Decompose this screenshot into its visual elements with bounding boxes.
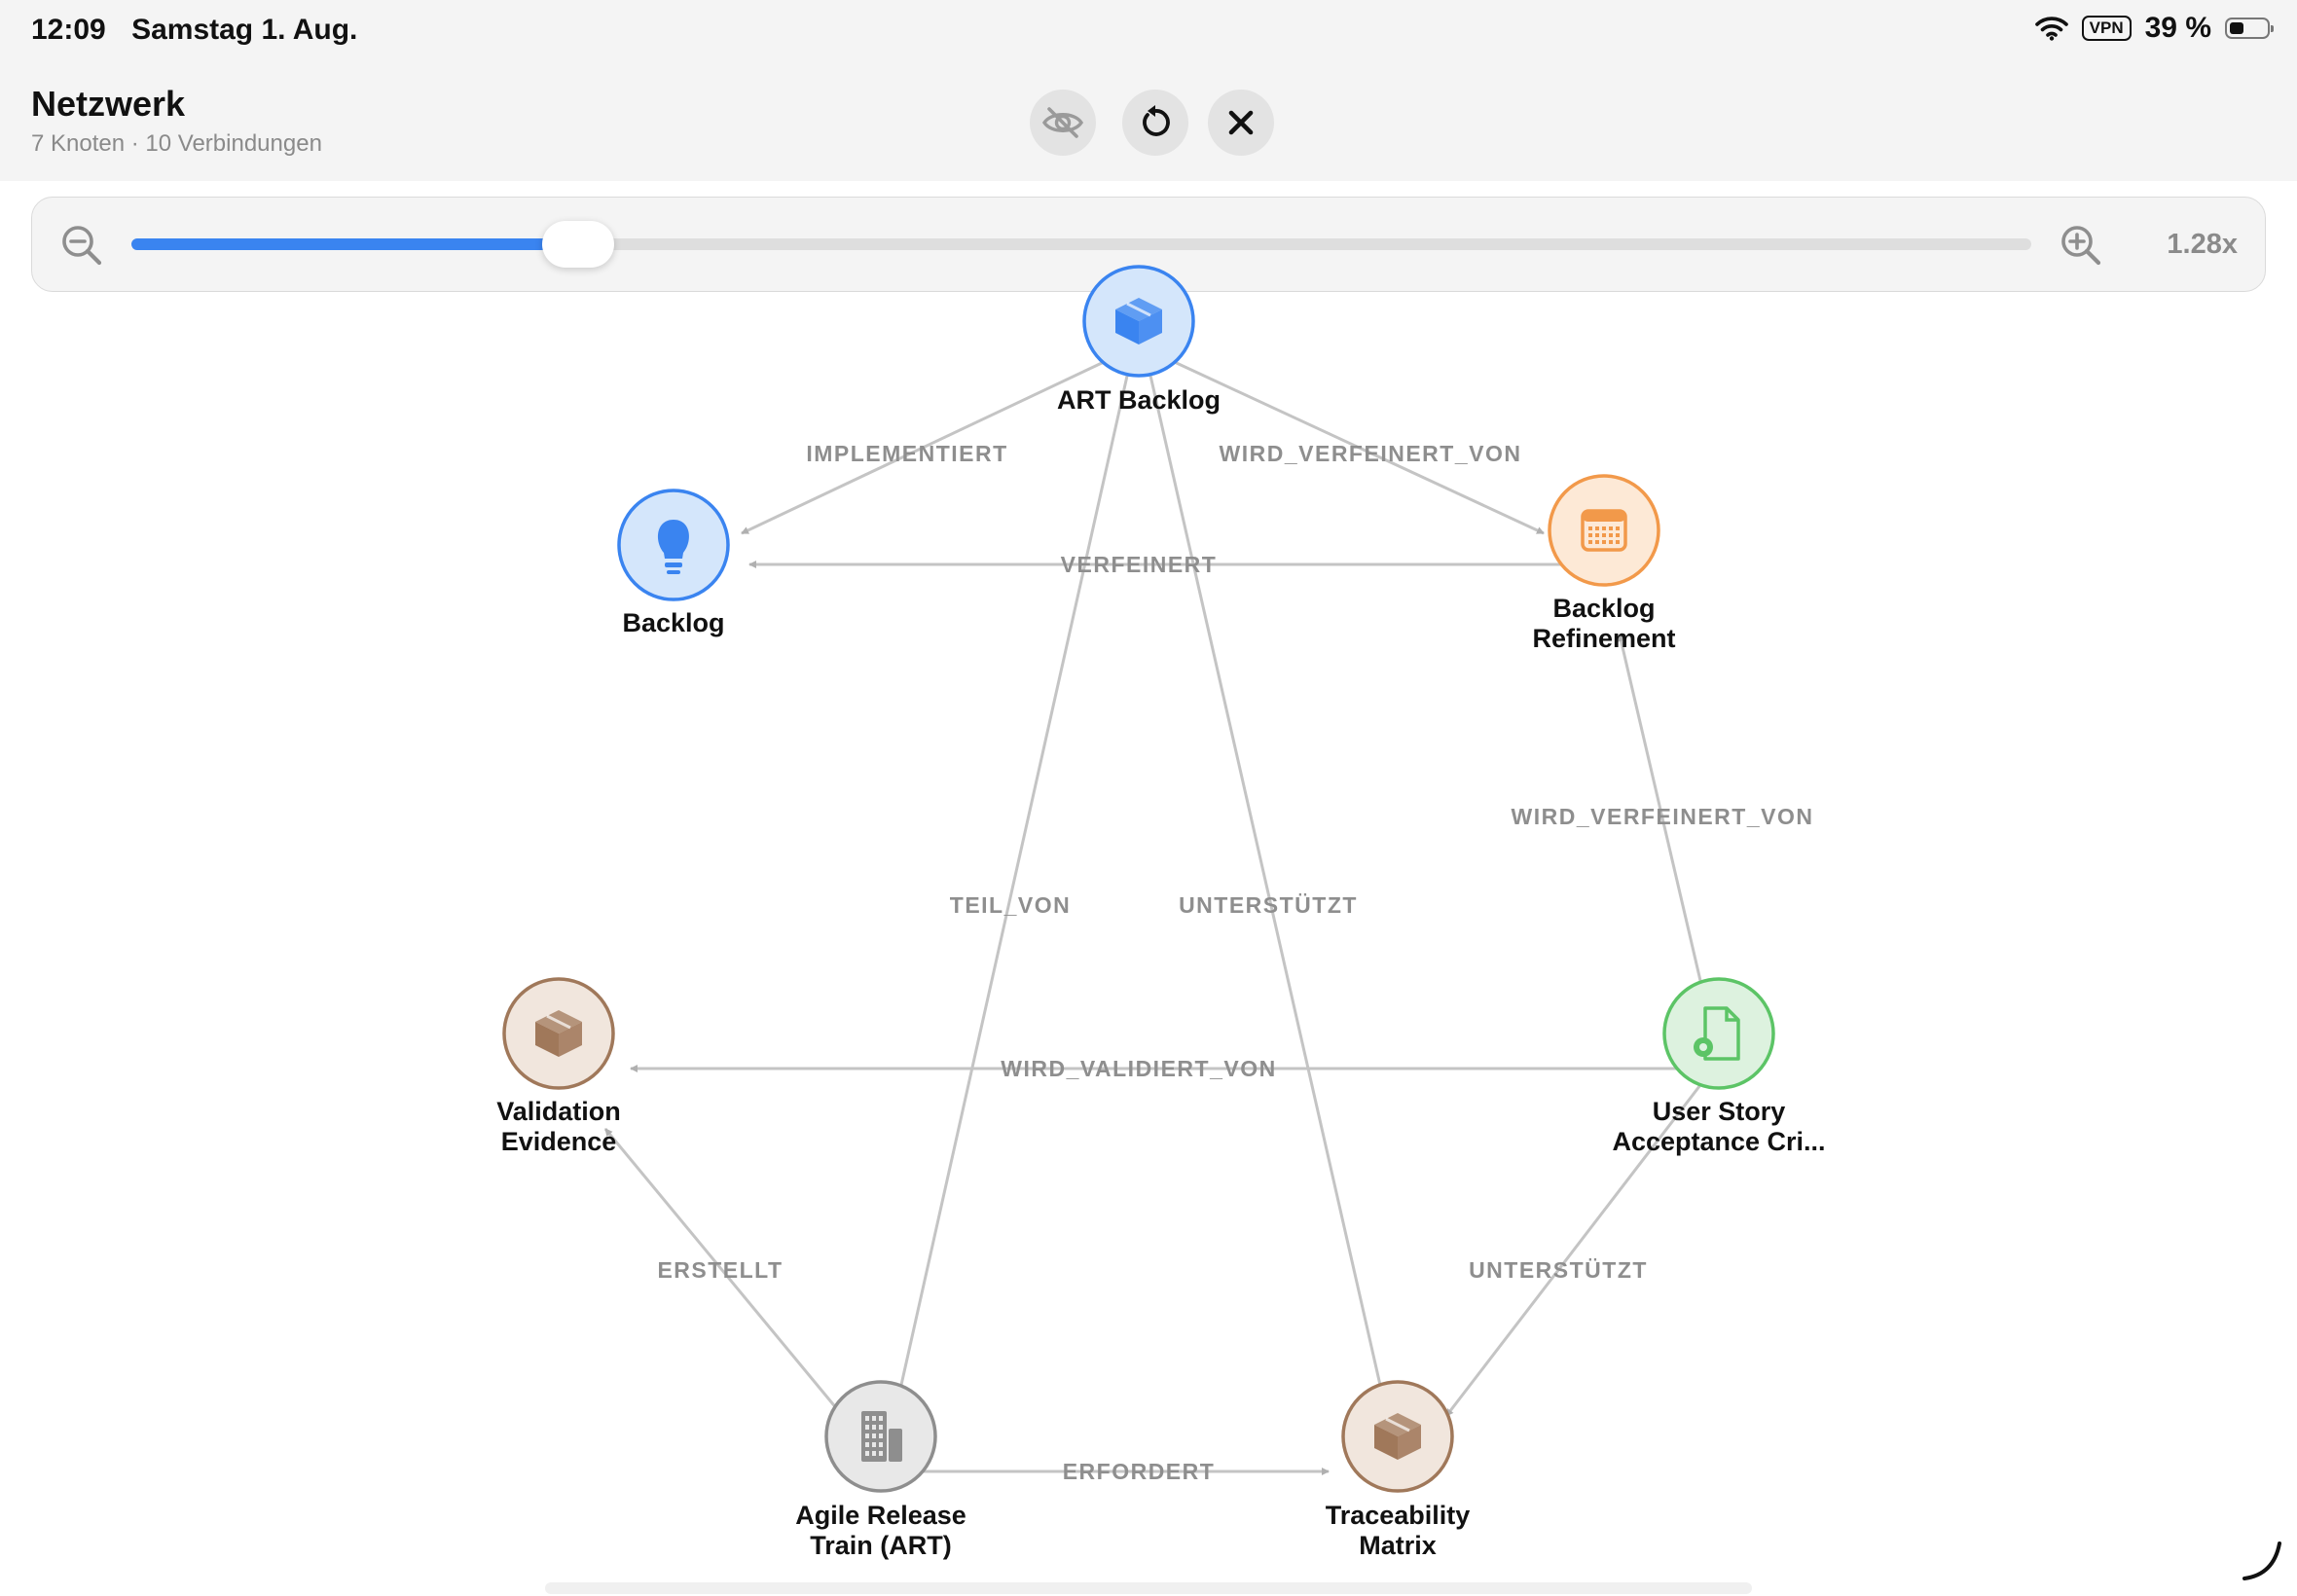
node-label: Train (ART) <box>810 1531 952 1560</box>
node-label: Agile Release <box>795 1501 966 1530</box>
node-label: Backlog <box>1552 594 1655 623</box>
edge-label: WIRD_VERFEINERT_VON <box>1220 441 1522 466</box>
edge-label: WIRD_VERFEINERT_VON <box>1512 804 1814 829</box>
node-label: Traceability <box>1326 1501 1471 1530</box>
node-validation-evidence[interactable]: ValidationEvidence <box>496 977 621 1156</box>
node-traceability[interactable]: TraceabilityMatrix <box>1326 1380 1471 1560</box>
edge-label: UNTERSTÜTZT <box>1469 1257 1648 1283</box>
node-label: Matrix <box>1359 1531 1437 1560</box>
edge-art_backlog-traceability[interactable] <box>1142 345 1385 1395</box>
node-label: Refinement <box>1532 624 1675 653</box>
edge-label: ERFORDERT <box>1063 1459 1216 1484</box>
node-label: User Story <box>1653 1097 1786 1126</box>
home-indicator-shadow <box>545 1582 1752 1594</box>
node-label: Evidence <box>501 1127 617 1156</box>
edge-label: VERFEINERT <box>1061 552 1218 577</box>
edge-label: UNTERSTÜTZT <box>1179 892 1358 918</box>
network-graph[interactable]: IMPLEMENTIERT WIRD_VERFEINERT_VON VERFEINE… <box>0 0 2297 1596</box>
node-label: Validation <box>496 1097 621 1126</box>
edge-art_backlog-art[interactable] <box>896 345 1136 1395</box>
corner-resize-handle-icon[interactable] <box>2239 1536 2287 1584</box>
nodes-layer: ART BacklogBacklog BacklogRefinementValid… <box>496 265 1826 1560</box>
node-art-backlog[interactable]: ART Backlog <box>1057 265 1221 415</box>
node-circle[interactable] <box>1662 977 1775 1090</box>
calendar-icon <box>1581 509 1627 552</box>
edge-art_backlog-backlog_refinement[interactable] <box>1138 344 1545 535</box>
edge-label: IMPLEMENTIERT <box>806 441 1007 466</box>
edge-label: ERSTELLT <box>657 1257 783 1283</box>
node-label: Backlog <box>622 608 724 637</box>
edge-label: WIRD_VALIDIERT_VON <box>1001 1056 1276 1081</box>
node-label: ART Backlog <box>1057 385 1221 415</box>
node-label: Acceptance Cri... <box>1612 1127 1825 1156</box>
node-backlog[interactable]: Backlog <box>617 489 730 637</box>
edge-art_backlog-backlog[interactable] <box>741 344 1140 535</box>
edge-label: TEIL_VON <box>950 892 1071 918</box>
